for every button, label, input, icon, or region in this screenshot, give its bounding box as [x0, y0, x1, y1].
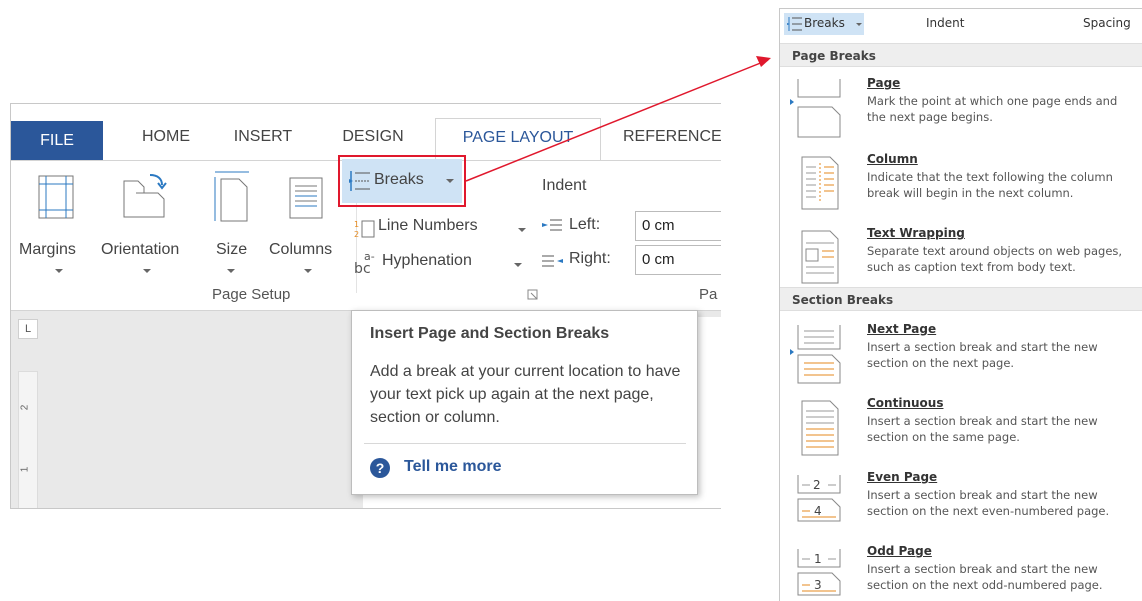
paragraph-group-label-partial: Pa — [699, 286, 718, 303]
menu-breaks-label: Breaks — [804, 16, 845, 30]
even-page-icon: 2 4 — [797, 475, 841, 522]
menu-item-description: Insert a section break and start the new… — [867, 562, 1103, 592]
line-numbers-icon: 1 2 — [354, 220, 375, 239]
indent-right-input[interactable]: 0 cm — [635, 245, 721, 275]
menu-item-page[interactable]: Page Mark the point at which one page en… — [780, 71, 1142, 141]
indent-heading: Indent — [542, 177, 587, 194]
svg-text:1: 1 — [814, 552, 822, 566]
svg-text:3: 3 — [814, 578, 822, 592]
dialog-launcher-icon[interactable] — [527, 289, 539, 301]
size-dropdown-caret — [227, 269, 235, 273]
menu-item-title: Continuous — [867, 396, 944, 410]
hyphenation-icon: b c a- — [354, 250, 375, 275]
breaks-dropdown-menu: Breaks Indent Spacing Page Breaks Page M… — [779, 8, 1142, 601]
menu-indent-label: Indent — [926, 16, 965, 30]
vertical-ruler: 2 1 — [18, 371, 38, 508]
menu-breaks-caret — [856, 23, 862, 26]
menu-top-bar: Breaks Indent Spacing — [780, 9, 1142, 42]
indent-left-icon — [542, 219, 562, 231]
svg-text:b: b — [354, 261, 363, 275]
ruler-mark: 2 — [19, 404, 31, 411]
indent-right-icon — [542, 255, 563, 267]
menu-item-column[interactable]: Column Indicate that the text following … — [780, 147, 1142, 217]
tab-insert[interactable]: INSERT — [223, 118, 303, 160]
indent-left-label: Left: — [569, 216, 601, 233]
section-breaks-header: Section Breaks — [780, 287, 1142, 311]
column-break-icon — [801, 156, 839, 210]
size-button[interactable]: Size — [207, 165, 257, 285]
menu-spacing-label: Spacing — [1083, 16, 1131, 30]
ribbon-tab-bar: FILE HOME INSERT DESIGN PAGE LAYOUT REFE… — [11, 104, 721, 161]
svg-text:c: c — [363, 261, 371, 275]
orientation-dropdown-caret — [143, 269, 151, 273]
margins-icon — [38, 175, 74, 219]
columns-dropdown-caret — [304, 269, 312, 273]
page-breaks-header: Page Breaks — [780, 43, 1142, 67]
menu-item-title: Next Page — [867, 322, 937, 336]
menu-breaks-button[interactable]: Breaks — [784, 13, 864, 35]
tab-references[interactable]: REFERENCE — [615, 118, 721, 160]
tab-selector-icon[interactable]: L — [18, 319, 38, 339]
svg-text:2: 2 — [813, 478, 821, 492]
page-break-icon — [790, 79, 841, 138]
tab-home[interactable]: HOME — [126, 118, 206, 160]
menu-item-title: Even Page — [867, 470, 938, 484]
menu-item-title: Column — [867, 152, 918, 166]
breaks-icon — [787, 17, 802, 31]
menu-item-title: Page — [867, 76, 901, 90]
tab-file[interactable]: FILE — [11, 121, 103, 160]
line-numbers-button[interactable]: 1 2 Line Numbers — [354, 213, 526, 243]
tab-design[interactable]: DESIGN — [333, 118, 413, 160]
menu-item-title: Text Wrapping — [867, 226, 965, 240]
tell-me-more-link[interactable]: Tell me more — [404, 458, 502, 476]
menu-item-description: Separate text around objects on web page… — [867, 244, 1123, 274]
margins-button[interactable]: Margins — [19, 165, 99, 285]
menu-item-description: Indicate that the text following the col… — [867, 170, 1113, 200]
svg-text:4: 4 — [814, 504, 822, 518]
continuous-icon — [801, 400, 839, 456]
menu-item-description: Mark the point at which one page ends an… — [867, 94, 1118, 124]
line-numbers-label: Line Numbers — [378, 217, 478, 234]
columns-icon — [289, 177, 323, 219]
help-icon[interactable]: ? — [370, 458, 390, 478]
line-numbers-caret — [518, 228, 526, 232]
orientation-label: Orientation — [101, 241, 180, 258]
menu-item-title: Odd Page — [867, 544, 932, 558]
hyphenation-caret — [514, 263, 522, 267]
menu-item-description: Insert a section break and start the new… — [867, 488, 1110, 518]
orientation-button[interactable]: Orientation — [99, 165, 195, 285]
indent-right-label: Right: — [569, 250, 611, 267]
tooltip-divider — [364, 443, 686, 444]
orientation-icon — [123, 174, 167, 218]
menu-item-next-page[interactable]: Next Page Insert a section break and sta… — [780, 317, 1142, 387]
columns-button[interactable]: Columns — [267, 165, 347, 285]
svg-text:a-: a- — [364, 250, 375, 263]
hyphenation-button[interactable]: b c a- Hyphenation — [354, 247, 524, 277]
svg-text:1: 1 — [354, 220, 359, 229]
menu-item-even-page[interactable]: 2 4 Even Page Insert a section break and… — [780, 465, 1142, 535]
breaks-highlight-box — [338, 155, 466, 207]
margins-label: Margins — [19, 241, 76, 258]
menu-item-description: Insert a section break and start the new… — [867, 414, 1098, 444]
breaks-tooltip: Insert Page and Section Breaks Add a bre… — [351, 310, 698, 495]
text-wrapping-icon — [801, 230, 839, 284]
size-label: Size — [216, 241, 248, 258]
margins-dropdown-caret — [55, 269, 63, 273]
ruler-mark: 1 — [19, 466, 31, 473]
hyphenation-label: Hyphenation — [382, 252, 472, 269]
menu-item-description: Insert a section break and start the new… — [867, 340, 1098, 370]
menu-item-odd-page[interactable]: 1 3 Odd Page Insert a section break and … — [780, 539, 1142, 601]
tooltip-title: Insert Page and Section Breaks — [370, 325, 610, 342]
odd-page-icon: 1 3 — [797, 549, 841, 596]
menu-item-text-wrapping[interactable]: Text Wrapping Separate text around objec… — [780, 221, 1142, 291]
size-icon — [214, 171, 249, 222]
next-page-icon — [790, 325, 841, 384]
menu-item-continuous[interactable]: Continuous Insert a section break and st… — [780, 391, 1142, 461]
arrow-head — [756, 56, 771, 67]
svg-text:2: 2 — [354, 230, 359, 239]
columns-label: Columns — [269, 241, 333, 258]
indent-left-input[interactable]: 0 cm — [635, 211, 721, 241]
page-setup-group-label: Page Setup — [212, 286, 291, 303]
tooltip-body: Add a break at your current location to … — [370, 363, 681, 426]
